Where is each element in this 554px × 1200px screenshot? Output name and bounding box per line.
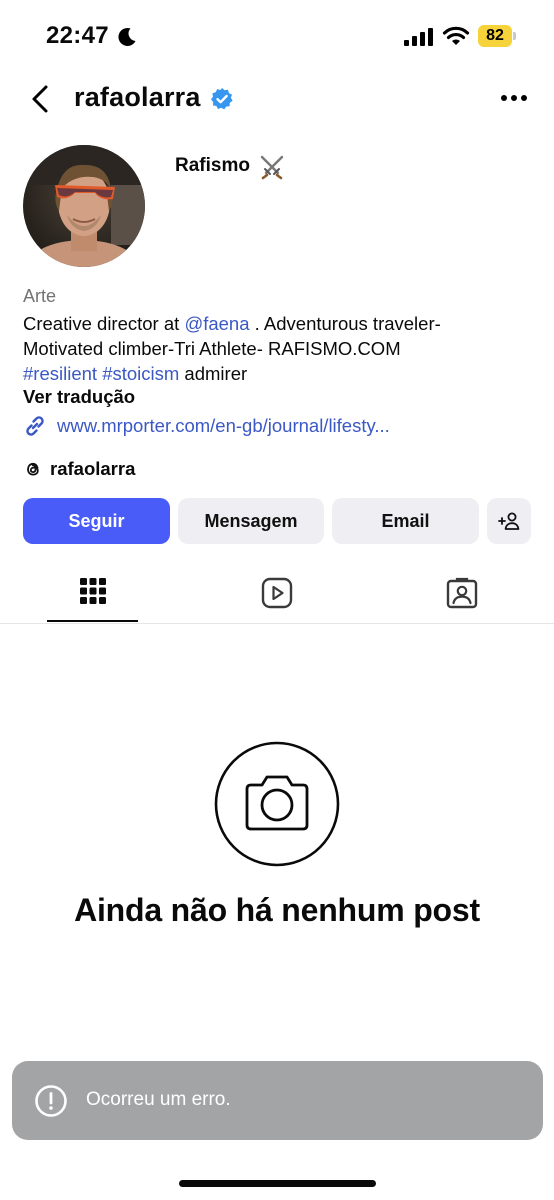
error-toast[interactable]: Ocorreu um erro.: [12, 1061, 543, 1140]
website-link[interactable]: www.mrporter.com/en-gb/journal/lifesty..…: [23, 413, 390, 439]
back-icon[interactable]: [26, 84, 54, 114]
more-options-icon[interactable]: [500, 94, 528, 102]
battery-cap: [513, 32, 516, 40]
add-person-icon: [498, 512, 520, 530]
follow-button[interactable]: Seguir: [23, 498, 170, 544]
tab-reels[interactable]: [231, 568, 322, 622]
empty-state-title: Ainda não há nenhum post: [74, 892, 480, 928]
see-translation-link[interactable]: Ver tradução: [23, 386, 135, 408]
wifi-icon: [442, 26, 470, 45]
home-indicator[interactable]: [179, 1180, 376, 1187]
bio-text: Creative director at: [23, 313, 185, 334]
tab-posts[interactable]: [47, 568, 138, 622]
threads-link[interactable]: rafaolarra: [23, 457, 135, 481]
bio-hashtag-link[interactable]: #resilient: [23, 363, 97, 384]
website-url: www.mrporter.com/en-gb/journal/lifesty..…: [57, 415, 390, 436]
verified-badge-icon: [211, 88, 233, 110]
suggested-users-button[interactable]: [487, 498, 531, 544]
link-icon: [26, 416, 44, 436]
grid-icon: [79, 578, 106, 604]
avatar-photo: [23, 145, 145, 267]
bio-text: admirer: [179, 363, 248, 384]
profile-avatar[interactable]: [23, 145, 145, 267]
camera-icon: [214, 741, 340, 867]
display-name: Rafismo: [175, 155, 250, 176]
moon-icon: [118, 27, 136, 46]
tab-tagged[interactable]: [416, 568, 507, 622]
battery-level: 82: [486, 27, 504, 44]
profile-bio: Creative director at @faena . Adventurou…: [23, 311, 533, 386]
status-time: 22:47: [46, 22, 109, 49]
bio-mention-link[interactable]: @faena: [184, 313, 249, 334]
profile-username: rafaolarra: [74, 82, 201, 112]
toast-message: Ocorreu um erro.: [86, 1089, 231, 1110]
alert-icon: [35, 1085, 67, 1117]
bio-hashtag-link[interactable]: #stoicism: [102, 363, 179, 384]
reels-icon: [261, 577, 292, 609]
active-tab-indicator: [47, 620, 138, 622]
threads-handle: rafaolarra: [50, 458, 136, 479]
bio-text: Motivated climber-Tri Athlete- RAFISMO.C…: [23, 338, 401, 359]
profile-category: Arte: [23, 286, 57, 306]
message-button[interactable]: Mensagem: [178, 498, 324, 544]
tagged-icon: [446, 577, 477, 609]
profile-screen: 22:47 82 rafaolarra Rafismo Arte Creativ…: [0, 0, 554, 1200]
email-button[interactable]: Email: [332, 498, 479, 544]
battery-icon: 82: [478, 25, 516, 47]
status-bar: 22:47 82: [0, 0, 554, 74]
crossed-swords-icon: [260, 155, 284, 180]
bio-text: . Adventurous traveler-: [249, 313, 441, 334]
tabs-divider: [0, 623, 554, 624]
threads-icon: [27, 462, 39, 476]
signal-icon: [404, 28, 433, 46]
